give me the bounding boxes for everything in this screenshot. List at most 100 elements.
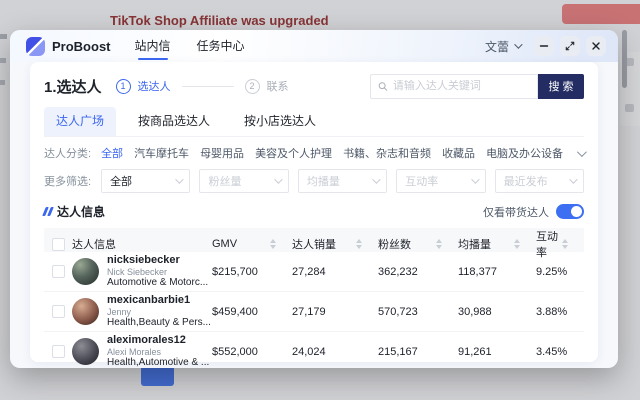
cell-avg-views: 91,261 [458, 346, 536, 358]
window-controls [534, 36, 606, 56]
avatar [72, 338, 99, 365]
creator-category: Health,Automotive & ... [107, 357, 209, 368]
step-1-label: 选达人 [138, 78, 171, 94]
brand-name: ProBoost [52, 39, 111, 54]
creator-name: Jenny [107, 307, 211, 317]
filter-selects: 全部 粉丝量 均播量 互动率 [101, 169, 584, 193]
header-gmv: GMV [212, 238, 292, 250]
creator-cell: mexicanbarbie1 Jenny Health,Beauty & Per… [72, 294, 212, 328]
toggle-label: 仅看带货达人 [483, 204, 549, 220]
search-icon [378, 81, 388, 92]
step-1-circle: 1 [116, 79, 131, 94]
close-button[interactable] [586, 36, 606, 56]
sort-icon[interactable] [562, 239, 568, 249]
table-body: nicksiebecker Nick Siebecker Automotive … [44, 252, 584, 368]
chevron-down-icon [471, 175, 479, 183]
select-value: 全部 [110, 173, 132, 189]
category-item[interactable]: 全部 [101, 145, 123, 161]
sort-icon[interactable] [514, 239, 520, 249]
cell-sales: 27,284 [292, 266, 378, 278]
toggle-knob [571, 206, 582, 217]
creator-username: aleximorales12 [107, 334, 209, 347]
row-checkbox[interactable] [52, 265, 65, 278]
creator-cell: nicksiebecker Nick Siebecker Automotive … [72, 254, 212, 288]
seller-only-toggle[interactable] [556, 204, 584, 219]
header-followers: 粉丝数 [378, 236, 458, 252]
sort-icon[interactable] [436, 239, 442, 249]
cell-avg-views: 30,988 [458, 306, 536, 318]
cell-followers: 570,723 [378, 306, 458, 318]
chevron-down-icon [274, 175, 282, 183]
modal-header: ProBoost 站内信 任务中心 文蕾 [10, 30, 618, 62]
sort-icon[interactable] [270, 239, 276, 249]
double-slash-icon [44, 207, 52, 216]
modal-body: 1.选达人 1 选达人 2 联系 搜索 达人广场 [10, 62, 618, 362]
select-avg-views-filter[interactable]: 均播量 [298, 169, 387, 193]
category-item[interactable]: 电脑及办公设备 [486, 145, 563, 161]
creator-username: mexicanbarbie1 [107, 294, 211, 307]
card-top-row: 1.选达人 1 选达人 2 联系 搜索 [44, 72, 584, 100]
cell-engagement: 3.45% [536, 346, 584, 358]
close-icon [591, 41, 601, 51]
select-followers-filter[interactable]: 粉丝量 [199, 169, 288, 193]
select-recent-post-filter[interactable]: 最近发布 [495, 169, 584, 193]
category-item[interactable]: 书籍、杂志和音频 [343, 145, 431, 161]
page-title: 1.选达人 [44, 76, 102, 97]
chevron-down-icon [514, 40, 522, 48]
search-box [370, 74, 538, 99]
step-connector [182, 86, 234, 87]
tab-by-shop[interactable]: 按小店选达人 [232, 107, 328, 136]
category-item[interactable]: 汽车摩托车 [134, 145, 189, 161]
cell-gmv: $459,400 [212, 306, 292, 318]
select-all-filter[interactable]: 全部 [101, 169, 190, 193]
proboost-modal: ProBoost 站内信 任务中心 文蕾 1.选达人 [10, 30, 618, 368]
user-menu[interactable]: 文蕾 [485, 38, 520, 55]
minimize-button[interactable] [534, 36, 554, 56]
chevron-down-icon [176, 175, 184, 183]
category-filter-row: 达人分类: 全部 汽车摩托车 母婴用品 美容及个人护理 书籍、杂志和音频 收藏品… [44, 145, 584, 161]
avatar [72, 258, 99, 285]
category-item[interactable]: 收藏品 [442, 145, 475, 161]
chevron-down-icon [372, 175, 380, 183]
nav-tab-messages[interactable]: 站内信 [135, 30, 171, 62]
creator-info: mexicanbarbie1 Jenny Health,Beauty & Per… [107, 294, 211, 328]
cell-engagement: 3.88% [536, 306, 584, 318]
select-placeholder: 粉丝量 [208, 173, 241, 189]
header-creator-info: 达人信息 [72, 236, 212, 252]
tab-creator-marketplace[interactable]: 达人广场 [44, 107, 116, 136]
maximize-button[interactable] [560, 36, 580, 56]
category-item[interactable]: 母婴用品 [200, 145, 244, 161]
creator-cell: aleximorales12 Alexi Morales Health,Auto… [72, 334, 212, 368]
cell-sales: 24,024 [292, 346, 378, 358]
creator-username: nicksiebecker [107, 254, 208, 267]
tab-by-product[interactable]: 按商品选达人 [126, 107, 222, 136]
section-title: 达人信息 [57, 203, 105, 220]
cell-followers: 215,167 [378, 346, 458, 358]
sort-icon[interactable] [356, 239, 362, 249]
category-item[interactable]: 美容及个人护理 [255, 145, 332, 161]
table-row[interactable]: mexicanbarbie1 Jenny Health,Beauty & Per… [44, 292, 584, 332]
maximize-icon [565, 41, 575, 51]
step-2-circle: 2 [245, 79, 260, 94]
creator-category: Automotive & Motorc... [107, 277, 208, 289]
select-creators-card: 1.选达人 1 选达人 2 联系 搜索 达人广场 [30, 62, 598, 362]
nav-tab-task-center[interactable]: 任务中心 [197, 30, 245, 62]
seller-only-toggle-group: 仅看带货达人 [483, 204, 584, 220]
creator-info: nicksiebecker Nick Siebecker Automotive … [107, 254, 208, 288]
search-button[interactable]: 搜索 [538, 74, 584, 99]
search-input[interactable] [393, 80, 530, 92]
source-tabs: 达人广场 按商品选达人 按小店选达人 [44, 107, 584, 137]
expand-categories-chevron-icon[interactable] [577, 147, 587, 157]
header-nav: 站内信 任务中心 [135, 30, 245, 62]
row-checkbox[interactable] [52, 345, 65, 358]
table-row[interactable]: aleximorales12 Alexi Morales Health,Auto… [44, 332, 584, 368]
table-row[interactable]: nicksiebecker Nick Siebecker Automotive … [44, 252, 584, 292]
creators-table: 达人信息 GMV 达人销量 粉丝数 均播量 互动率 nicksiebecker [44, 228, 584, 368]
select-engagement-filter[interactable]: 互动率 [396, 169, 485, 193]
row-checkbox[interactable] [52, 305, 65, 318]
select-all-checkbox[interactable] [52, 238, 65, 251]
minimize-icon [539, 41, 549, 51]
avatar [72, 298, 99, 325]
cell-gmv: $552,000 [212, 346, 292, 358]
header-sales: 达人销量 [292, 236, 378, 252]
